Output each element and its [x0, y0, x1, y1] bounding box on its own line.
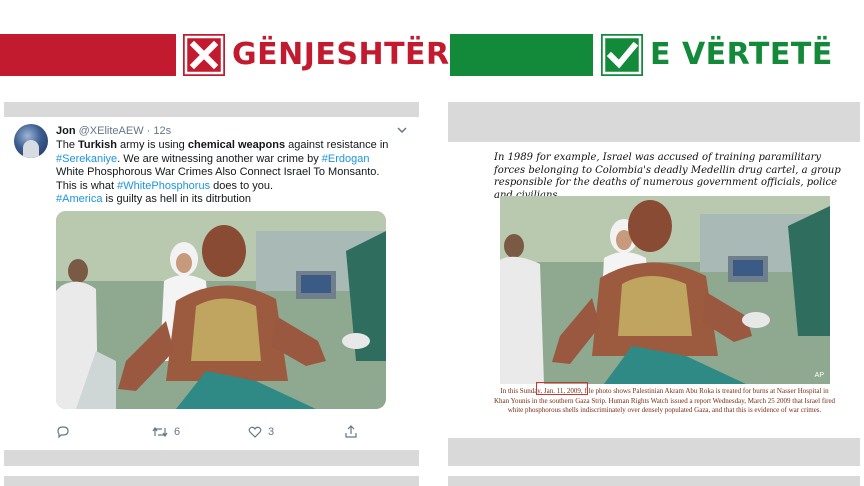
tweet-header: Jon @XEliteAEW · 12s [56, 125, 171, 137]
tweet-text-segment: The [56, 139, 79, 151]
right-bottom-strip [448, 476, 860, 486]
hashtag-link[interactable]: #America [56, 193, 102, 205]
tweet-time: · 12s [146, 125, 172, 137]
tweet-text-segment: White Phosphorous War Crimes Also Connec… [56, 166, 380, 178]
article-photo: AP [500, 196, 830, 384]
true-label: E VËRTETË [650, 37, 833, 72]
retweet-icon [152, 425, 168, 439]
tweet-text-segment: does to you. [210, 179, 274, 192]
photo-credit: AP [814, 372, 824, 379]
tweet-bold-phrase: chemical weapons [187, 139, 286, 151]
share-icon [344, 425, 358, 439]
false-color-bar [0, 34, 176, 76]
tweet-actions: 6 3 [56, 425, 366, 441]
tweet-text: The Turkish army is using chemical weapo… [56, 139, 406, 207]
hashtag-link[interactable]: #WhitePhosphorus [117, 180, 210, 192]
hashtag-link[interactable]: #Erdogan [322, 153, 370, 165]
chevron-down-icon[interactable] [395, 123, 409, 137]
like-count: 3 [268, 426, 275, 438]
tweet-text-segment: army is using [116, 139, 188, 151]
like-button[interactable]: 3 [248, 425, 274, 439]
avatar[interactable] [14, 124, 48, 158]
verdict-banner: GËNJESHTËR E VËRTETË [0, 0, 864, 100]
tweet-photo[interactable] [56, 211, 386, 409]
user-handle[interactable]: @XEliteAEW [79, 125, 144, 137]
user-name[interactable]: Jon [56, 125, 76, 137]
reply-icon [56, 425, 70, 439]
true-color-bar [450, 34, 593, 76]
left-bottom-strip [4, 476, 419, 486]
retweet-button[interactable]: 6 [152, 425, 180, 439]
tweet-text-segment: against resistance in [285, 139, 389, 151]
check-mark-icon [601, 34, 643, 76]
tweet-card: Jon @XEliteAEW · 12s The Turkish army is… [4, 117, 419, 450]
tweet-text-segment: . We are witnessing another war crime by [117, 152, 322, 165]
tweet-bold-word: Turkish [78, 139, 117, 151]
news-clipping: In 1989 for example, Israel was accused … [448, 142, 860, 438]
x-mark-icon [183, 34, 225, 76]
article-quote: In 1989 for example, Israel was accused … [494, 152, 841, 201]
tweet-text-segment: This is what [56, 179, 118, 192]
reply-button[interactable] [56, 425, 70, 439]
false-label: GËNJESHTËR [232, 37, 450, 72]
retweet-count: 6 [174, 426, 181, 438]
date-highlight-box [536, 382, 588, 395]
share-button[interactable] [344, 425, 358, 439]
heart-icon [248, 425, 262, 439]
hashtag-link[interactable]: #Serekaniye [56, 153, 117, 165]
tweet-text-segment: is guilty as hell in its ditrbution [102, 193, 252, 205]
